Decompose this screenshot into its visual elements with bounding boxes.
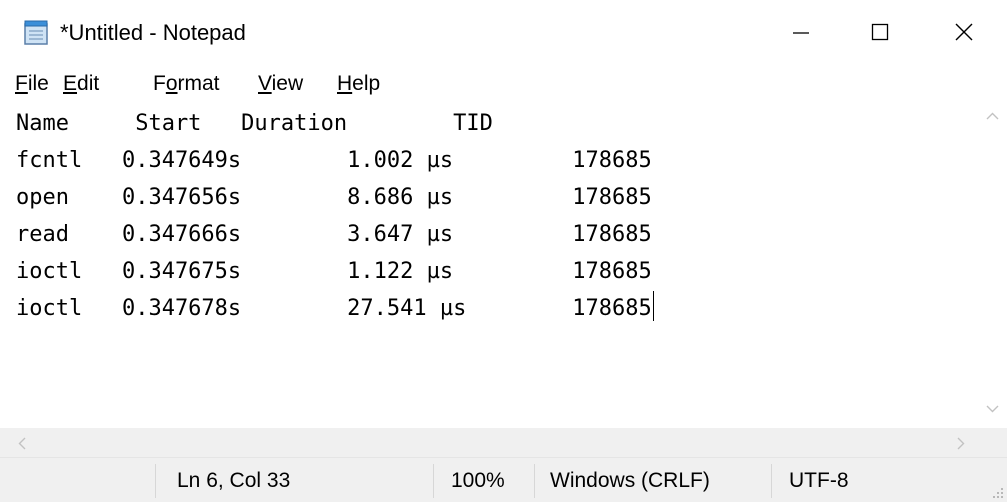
menu-view[interactable]: View xyxy=(258,70,303,98)
status-line-ending: Windows (CRLF) xyxy=(550,469,710,492)
minimize-icon xyxy=(793,32,809,34)
scroll-left-icon[interactable] xyxy=(14,435,31,452)
text-caret xyxy=(652,291,654,321)
menu-format[interactable]: Format xyxy=(153,70,220,98)
status-divider xyxy=(155,464,156,498)
menu-bar: File Edit Format View Help xyxy=(0,64,1007,102)
status-bar: Ln 6, Col 33 100% Windows (CRLF) UTF-8 xyxy=(0,457,1007,502)
maximize-button[interactable] xyxy=(836,0,924,64)
notepad-icon xyxy=(22,20,52,46)
editor-line: Name Start Duration TID xyxy=(16,111,493,136)
close-button[interactable] xyxy=(920,0,1007,64)
editor-line: fcntl 0.347649s 1.002 µs 178685 xyxy=(16,148,652,173)
resize-grip-icon[interactable] xyxy=(990,485,1004,499)
scroll-up-icon[interactable] xyxy=(984,108,1001,125)
editor-line: read 0.347666s 3.647 µs 178685 xyxy=(16,222,652,247)
editor-line: ioctl 0.347678s 27.541 µs 178685 xyxy=(16,296,652,321)
scroll-down-icon[interactable] xyxy=(984,400,1001,417)
scroll-right-icon[interactable] xyxy=(952,435,969,452)
editor-line: ioctl 0.347675s 1.122 µs 178685 xyxy=(16,259,652,284)
editor-line: open 0.347656s 8.686 µs 178685 xyxy=(16,185,652,210)
menu-help[interactable]: Help xyxy=(337,70,380,98)
window-title: *Untitled - Notepad xyxy=(60,20,246,45)
title-bar[interactable]: *Untitled - Notepad xyxy=(0,0,1007,64)
status-divider xyxy=(534,464,535,498)
status-divider xyxy=(433,464,434,498)
status-zoom: 100% xyxy=(451,469,505,492)
status-cursor-position: Ln 6, Col 33 xyxy=(177,469,291,492)
menu-file[interactable]: File xyxy=(15,70,49,98)
status-divider xyxy=(771,464,772,498)
text-editor[interactable]: Name Start Duration TID fcntl 0.347649s 1… xyxy=(0,102,978,428)
vertical-scrollbar[interactable] xyxy=(978,102,1007,428)
horizontal-scrollbar[interactable] xyxy=(0,428,978,457)
minimize-button[interactable] xyxy=(757,0,845,64)
scrollbar-corner xyxy=(978,428,1007,457)
editor-line-last: ioctl 0.347678s 27.541 µs 178685 xyxy=(16,290,654,327)
editor-content[interactable]: Name Start Duration TID fcntl 0.347649s 1… xyxy=(16,105,654,327)
menu-edit[interactable]: Edit xyxy=(63,70,99,98)
status-encoding: UTF-8 xyxy=(789,469,849,492)
close-icon xyxy=(955,23,973,41)
maximize-icon xyxy=(871,23,889,41)
